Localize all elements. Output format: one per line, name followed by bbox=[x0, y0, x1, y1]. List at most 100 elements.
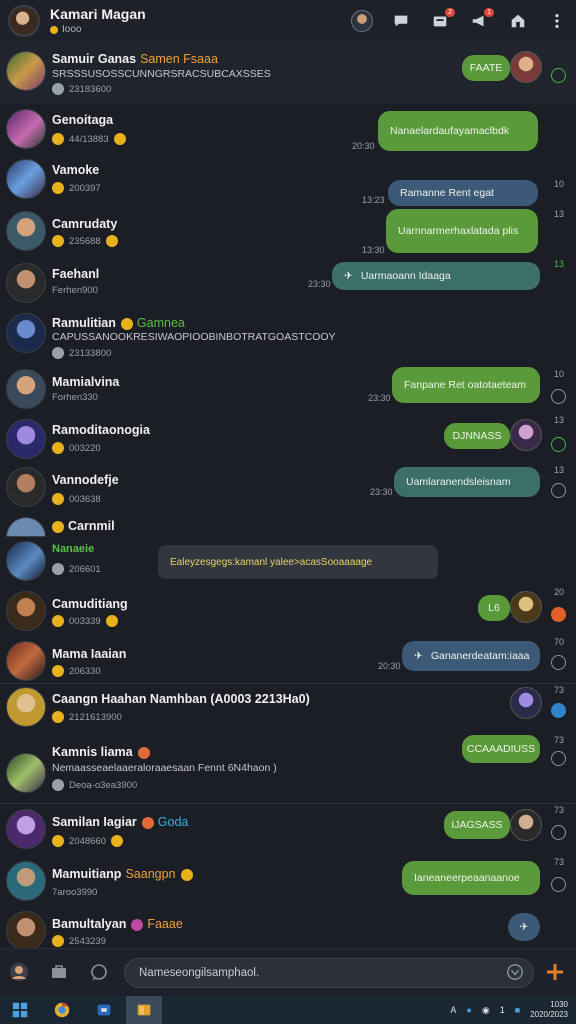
megaphone-icon[interactable]: 1 bbox=[468, 7, 494, 32]
chat-row[interactable]: Camuditiang 003339 L6 20 bbox=[0, 587, 576, 637]
chat-name: Samuir Ganas Samen Fsaaa bbox=[52, 52, 218, 66]
message-bubble[interactable]: Nanaelardaufayamaclbdk bbox=[378, 111, 538, 151]
message-bubble[interactable]: Ealeyzesgegs:kamanl yalee>acasSooaaaage bbox=[158, 545, 438, 579]
emoji-icon bbox=[52, 711, 64, 723]
avatar bbox=[6, 51, 46, 91]
chat-row[interactable]: Ramulitian Gamnea CAPUSSANOOKRESIWAOPIOOB… bbox=[0, 309, 576, 365]
chat-bubble-icon[interactable] bbox=[88, 961, 110, 983]
message-bubble[interactable]: Ramanne Rent egat bbox=[388, 180, 538, 206]
store-icon[interactable] bbox=[90, 996, 118, 1024]
chat-meta: 44/13883 bbox=[52, 133, 126, 145]
home-icon[interactable] bbox=[507, 10, 529, 32]
avatar bbox=[6, 809, 46, 849]
emoji-icon bbox=[52, 615, 64, 627]
more-vertical-icon[interactable] bbox=[546, 10, 568, 32]
chat-meta: 235688 bbox=[52, 235, 118, 247]
chat-row[interactable]: Mamialvina Forhen330 Fanpane Ret oatotae… bbox=[0, 365, 576, 415]
read-status-icon bbox=[551, 825, 566, 840]
message-bubble[interactable]: Fanpane Ret oatotaeteam bbox=[392, 367, 540, 403]
chat-row[interactable]: Mama Iaaian 206330 ✈ Gananerdeatam:iaaa 2… bbox=[0, 637, 576, 685]
chat-row[interactable]: Camrudaty 235688 Uarnnarmerhaxlatada pli… bbox=[0, 207, 576, 259]
system-tray: A ● ◉ 1 ■ 1030 2020/2023 bbox=[450, 996, 576, 1024]
chat-name: Ramulitian Gamnea bbox=[52, 316, 185, 330]
message-time: 23:30 bbox=[368, 393, 391, 403]
read-status-icon bbox=[551, 68, 566, 83]
sync-icon[interactable]: ◉ bbox=[482, 1005, 490, 1016]
briefcase-icon[interactable] bbox=[48, 961, 70, 983]
chat-row[interactable]: Carnmil bbox=[0, 515, 576, 537]
emoji-icon bbox=[105, 615, 118, 627]
keyboard-layout-indicator[interactable]: A bbox=[450, 1005, 456, 1015]
system-clock[interactable]: 1030 2020/2023 bbox=[530, 1000, 568, 1020]
message-bubble[interactable]: ✈ bbox=[508, 913, 540, 941]
message-time: 23:30 bbox=[370, 487, 393, 497]
chat-row[interactable]: Ramoditaonogia 003220 DJNNASS 13 bbox=[0, 415, 576, 465]
clock-time: 1030 bbox=[550, 1000, 568, 1009]
chat-row[interactable]: Caangn Haahan Namhban (A0003 2213Ha0) 21… bbox=[0, 685, 576, 735]
read-status-icon bbox=[551, 877, 566, 892]
app-header: Kamari Magan Iooo 2 1 bbox=[0, 0, 576, 42]
browser-icon[interactable] bbox=[48, 996, 76, 1024]
chat-icon[interactable] bbox=[390, 10, 412, 32]
chat-row[interactable]: Samilan Iagiar Goda 2048660 IJAGSASS 73 bbox=[0, 805, 576, 857]
message-composer bbox=[0, 948, 576, 996]
avatar bbox=[6, 159, 46, 199]
profile-icon[interactable] bbox=[8, 961, 30, 983]
emoji-icon bbox=[52, 347, 64, 359]
add-attachment-icon[interactable] bbox=[544, 961, 566, 983]
emoji-icon bbox=[52, 835, 64, 847]
row-time: 10 bbox=[553, 179, 564, 189]
chat-row[interactable]: Faehanl Ferhen900 ✈ Uarmaoann Idaaga 23:3… bbox=[0, 259, 576, 309]
chat-row[interactable]: Nanaeie 206601 Ealeyzesgegs:kamanl yalee… bbox=[0, 537, 576, 583]
message-bubble[interactable]: CCAAADIUSS bbox=[462, 735, 540, 763]
avatar bbox=[6, 419, 46, 459]
avatar bbox=[6, 263, 46, 303]
message-bubble[interactable]: IJAGSASS bbox=[444, 811, 510, 839]
notification-badge: 1 bbox=[484, 7, 494, 17]
divider bbox=[0, 683, 576, 684]
chat-row[interactable]: Samuir Ganas Samen Fsaaa SRSSSUSOSSCUNNGR… bbox=[0, 43, 576, 103]
sender-avatar bbox=[510, 809, 542, 841]
read-status-icon bbox=[551, 437, 566, 452]
notification-badge: 2 bbox=[445, 7, 455, 17]
chat-meta: 206330 bbox=[52, 665, 101, 677]
sender-avatar bbox=[510, 419, 542, 451]
chat-meta: 003220 bbox=[52, 442, 101, 454]
emoji-icon bbox=[52, 182, 64, 194]
notification-count[interactable]: 1 bbox=[500, 1005, 505, 1015]
message-bubble[interactable]: Uarnnarmerhaxlatada plis bbox=[386, 209, 538, 253]
message-bubble[interactable]: Ianeaneerpeaanaanoe bbox=[402, 861, 540, 895]
message-bubble[interactable]: Uamlaranendsleisnam bbox=[394, 467, 540, 497]
message-bubble[interactable]: DJNNASS bbox=[444, 423, 510, 449]
chat-row[interactable]: Genoitaga 44/13883 Nanaelardaufayamaclbd… bbox=[0, 105, 576, 155]
file-explorer-icon[interactable] bbox=[126, 996, 162, 1024]
message-time: 20:30 bbox=[352, 141, 375, 151]
chat-tag: Gamnea bbox=[136, 316, 185, 330]
chat-row[interactable]: Kamnis liama Nemaasseaelaaeraloraaesaan … bbox=[0, 735, 576, 801]
chat-row[interactable]: Vannodefje 003638 Uamlaranendsleisnam 23… bbox=[0, 465, 576, 515]
chat-row[interactable]: Bamultalyan Faaae 2543239 ✈ bbox=[0, 907, 576, 948]
emoji-icon bbox=[52, 520, 64, 533]
emoji-icon bbox=[180, 868, 193, 881]
message-bubble[interactable]: ✈ Gananerdeatam:iaaa bbox=[402, 641, 540, 671]
chat-list[interactable]: Samuir Ganas Samen Fsaaa SRSSSUSOSSCUNNGR… bbox=[0, 43, 576, 948]
chat-meta: 003339 bbox=[52, 615, 118, 627]
chat-tag: Saangpn bbox=[125, 867, 176, 881]
profile-avatar[interactable] bbox=[8, 4, 40, 37]
chat-row[interactable]: Mamuitianp Saangpn 7aroo3990 Ianeaneerpea… bbox=[0, 857, 576, 907]
contact-avatar-button[interactable] bbox=[351, 9, 373, 32]
emoji-picker-icon[interactable] bbox=[506, 963, 524, 981]
message-bubble[interactable]: FAATE bbox=[462, 55, 510, 81]
read-status-icon bbox=[551, 751, 566, 766]
message-bubble[interactable]: ✈ Uarmaoann Idaaga bbox=[332, 262, 540, 290]
chat-name: Faehanl bbox=[52, 267, 100, 281]
message-input[interactable] bbox=[124, 958, 534, 988]
inbox-icon[interactable]: 2 bbox=[429, 7, 455, 32]
windows-icon[interactable]: ■ bbox=[515, 1005, 520, 1015]
chat-row[interactable]: Vamoke 200397 Ramanne Rent egat 13:23 10 bbox=[0, 155, 576, 207]
reply-icon: ✈ bbox=[519, 921, 529, 933]
start-menu-icon[interactable] bbox=[6, 996, 34, 1024]
message-bubble[interactable]: L6 bbox=[478, 595, 510, 621]
network-icon[interactable]: ● bbox=[466, 1005, 471, 1015]
emoji-icon bbox=[105, 235, 118, 247]
